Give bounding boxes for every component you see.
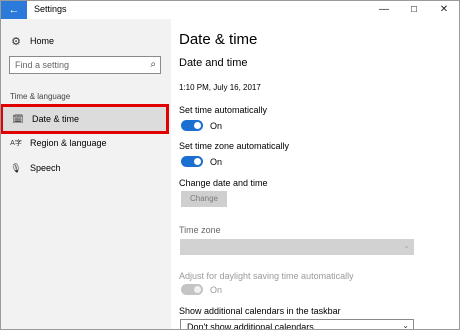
back-arrow-icon: ← (8, 4, 20, 16)
set-time-auto-label: Set time automatically (179, 105, 268, 115)
search-input[interactable]: Find a setting ⌕ (9, 56, 161, 74)
gear-icon: ⚙ (11, 35, 21, 48)
daylight-saving-state: On (210, 285, 223, 295)
calendars-value: Don't show additional calendars (187, 322, 314, 330)
set-time-auto-toggle[interactable] (181, 120, 203, 131)
time-zone-dropdown[interactable]: ⌄ (180, 239, 414, 255)
title-bar: ← Settings — ☐ ✕ (1, 1, 459, 19)
close-button[interactable]: ✕ (429, 1, 459, 19)
set-timezone-auto-state: On (210, 157, 223, 167)
time-zone-label: Time zone (179, 225, 221, 235)
window-title: Settings (34, 4, 67, 14)
sidebar: ⚙ Home Find a setting ⌕ Time & language … (1, 19, 171, 329)
chevron-down-icon: ⌄ (402, 321, 409, 330)
change-date-time-label: Change date and time (179, 178, 268, 188)
set-time-auto-state: On (210, 121, 223, 131)
sidebar-item-speech[interactable]: 🎙 Speech (1, 156, 171, 180)
section-title: Date and time (179, 57, 248, 69)
minimize-icon: — (379, 4, 389, 15)
sidebar-item-date-time[interactable]: 🗓 Date & time (1, 104, 169, 134)
maximize-icon: ☐ (410, 5, 418, 14)
sidebar-item-home[interactable]: ⚙ Home (1, 29, 171, 53)
sidebar-item-label: Region & language (30, 138, 107, 148)
sidebar-item-label: Date & time (32, 114, 80, 124)
settings-window: ← Settings — ☐ ✕ ⚙ Home Find a setting ⌕… (0, 0, 460, 330)
maximize-button[interactable]: ☐ (399, 1, 429, 19)
calendar-clock-icon: 🗓 (12, 113, 24, 124)
sidebar-item-label: Speech (30, 163, 61, 173)
page-title: Date & time (179, 31, 258, 48)
set-timezone-auto-toggle[interactable] (181, 156, 203, 167)
sidebar-item-region-language[interactable]: A字 Region & language (1, 131, 171, 155)
current-time: 1:10 PM, July 16, 2017 (179, 83, 261, 92)
close-icon: ✕ (439, 4, 449, 15)
set-timezone-auto-label: Set time zone automatically (179, 141, 290, 151)
back-button[interactable]: ← (1, 1, 27, 19)
daylight-saving-label: Adjust for daylight saving time automati… (179, 271, 354, 281)
microphone-icon: 🎙 (10, 162, 22, 173)
search-placeholder: Find a setting (15, 60, 70, 70)
change-button[interactable]: Change (181, 191, 227, 207)
daylight-saving-toggle[interactable] (181, 284, 203, 295)
toggle-knob (194, 286, 201, 293)
sidebar-item-label: Home (30, 36, 55, 46)
minimize-button[interactable]: — (369, 1, 399, 19)
main-content: Date & time Date and time 1:10 PM, July … (171, 19, 459, 330)
search-icon[interactable]: ⌕ (150, 59, 156, 70)
section-heading: Time & language (10, 92, 71, 101)
chevron-down-icon: ⌄ (403, 241, 410, 250)
calendars-label: Show additional calendars in the taskbar (179, 306, 341, 316)
toggle-knob (194, 158, 201, 165)
toggle-knob (194, 122, 201, 129)
calendars-dropdown[interactable]: Don't show additional calendars ⌄ (180, 319, 414, 330)
language-icon: A字 (10, 140, 22, 147)
